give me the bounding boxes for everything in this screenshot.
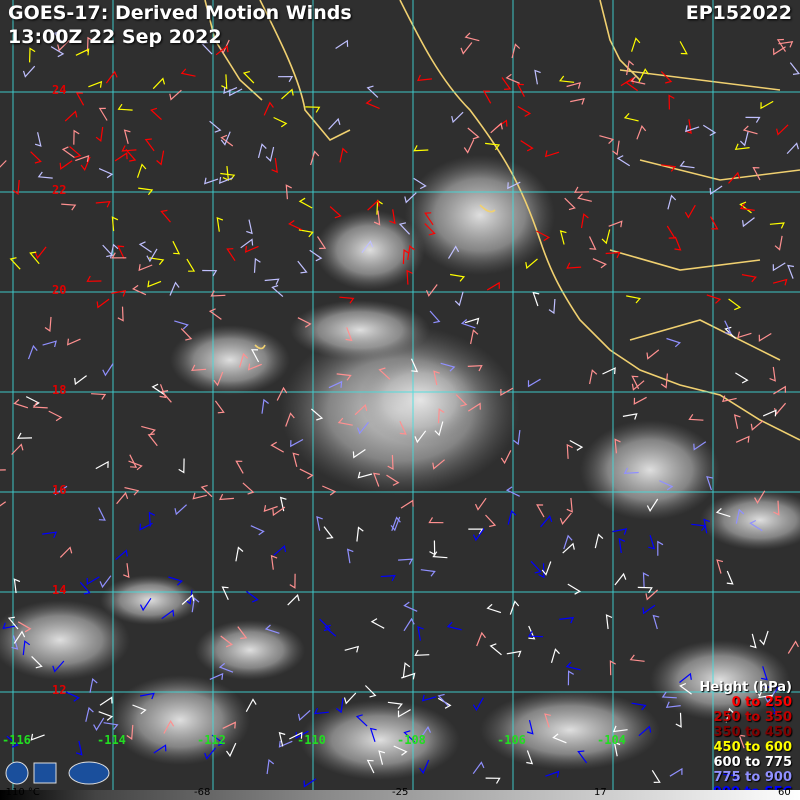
- lat-label: 18: [52, 383, 67, 397]
- product-title: GOES-17: Derived Motion Winds: [8, 2, 352, 24]
- lon-label: -110: [297, 733, 326, 747]
- lon-label: -108: [397, 733, 426, 747]
- legend-item: 600 to 775: [713, 755, 792, 770]
- legend-item: 350 to 450: [713, 725, 792, 740]
- lon-label: -104: [597, 733, 626, 747]
- lon-label: -114: [97, 733, 126, 747]
- colorbar-label: -110 °C: [2, 787, 40, 798]
- lat-label: 22: [52, 183, 67, 197]
- satellite-imagery: [0, 0, 800, 790]
- lat-label: 20: [52, 283, 67, 297]
- colorbar-label: -68: [194, 787, 211, 798]
- agency-logos: [5, 761, 110, 785]
- lat-label: 14: [52, 583, 67, 597]
- colorbar-label: -25: [392, 787, 409, 798]
- lat-label: 24: [52, 83, 67, 97]
- lat-label: 12: [52, 683, 67, 697]
- legend-item: 250 to 350: [713, 710, 792, 725]
- observation-time: 13:00Z 22 Sep 2022: [8, 26, 222, 48]
- lon-label: -106: [497, 733, 526, 747]
- height-legend: Height (hPa) 0 to 250 250 to 350 350 to …: [699, 680, 792, 800]
- legend-item: 775 to 900: [713, 770, 792, 785]
- lon-label: -116: [2, 733, 31, 747]
- legend-item: 0 to 250: [731, 695, 792, 710]
- satellite-wind-map: { "title_line1": "GOES-17: Derived Motio…: [0, 0, 800, 800]
- legend-item: 450 to 600: [713, 740, 792, 755]
- nesdis-logo-icon: [33, 762, 57, 784]
- colorbar-label: 60: [778, 787, 791, 798]
- colorbar-label: 17: [594, 787, 607, 798]
- cira-logo-icon: [68, 761, 110, 785]
- lon-label: -112: [197, 733, 226, 747]
- storm-id: EP152022: [685, 2, 792, 24]
- legend-title: Height (hPa): [699, 680, 792, 695]
- lat-label: 16: [52, 483, 67, 497]
- noaa-logo-icon: [5, 761, 29, 785]
